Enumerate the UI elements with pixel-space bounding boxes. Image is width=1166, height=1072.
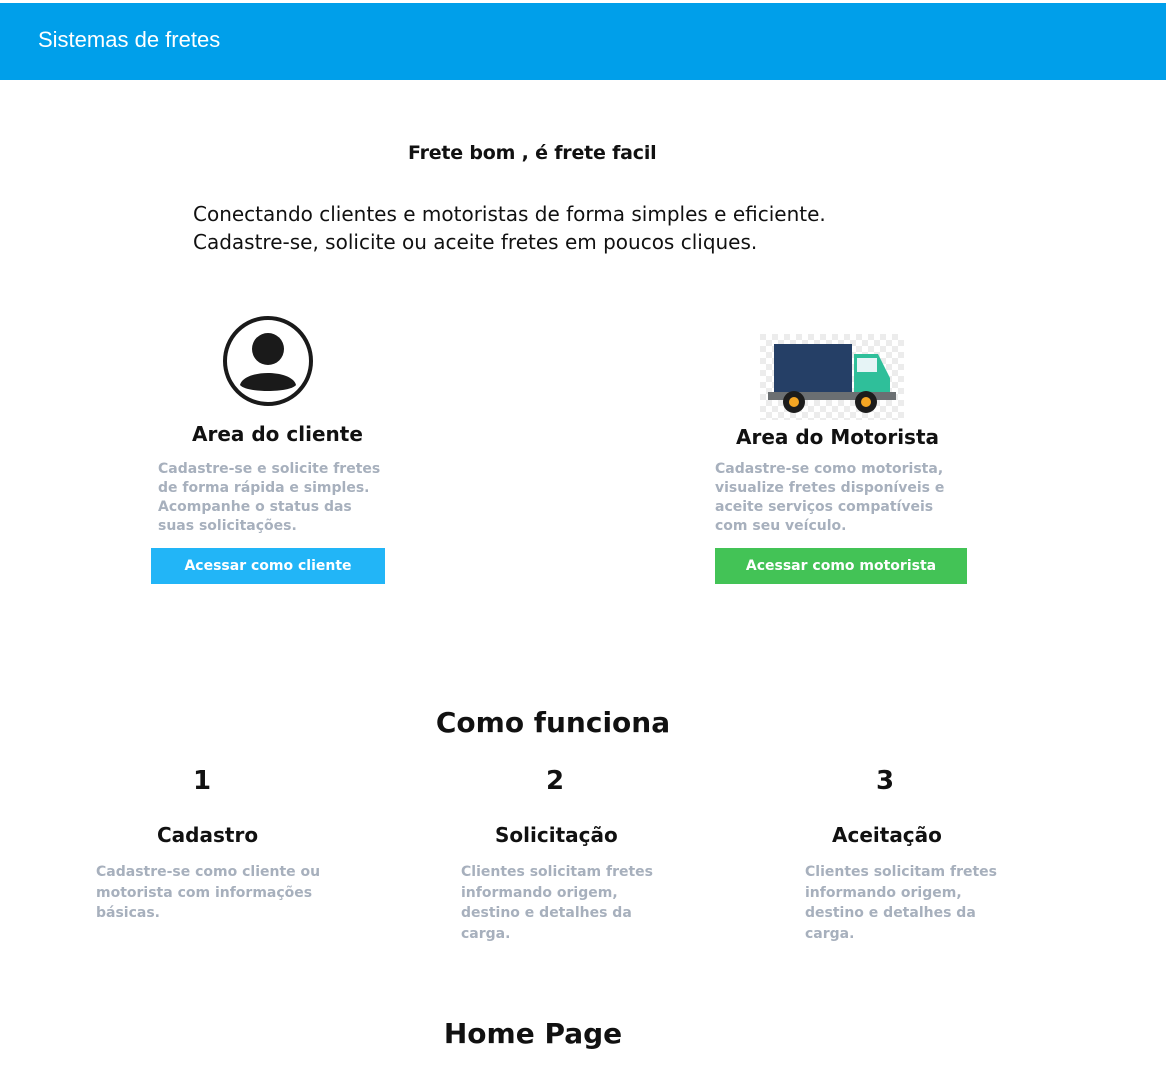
user-avatar-icon bbox=[223, 316, 313, 406]
intro-line-1: Conectando clientes e motoristas de form… bbox=[193, 202, 826, 226]
step-1-description: Cadastre-se como cliente ou motorista co… bbox=[96, 864, 321, 921]
client-card-description: Cadastre-se e solicite fretes de forma r… bbox=[158, 461, 381, 534]
access-client-button[interactable]: Acessar como cliente bbox=[151, 548, 385, 584]
hero-tagline: Frete bom , é frete facil bbox=[408, 142, 657, 164]
step-2-number: 2 bbox=[546, 766, 565, 796]
truck-icon bbox=[760, 334, 904, 420]
step-1-number: 1 bbox=[193, 766, 212, 796]
brand-title[interactable]: Sistemas de fretes bbox=[38, 27, 220, 53]
hero-intro: Conectando clientes e motoristas de form… bbox=[193, 200, 826, 256]
driver-card-title: Area do Motorista bbox=[736, 425, 940, 449]
driver-card-description: Cadastre-se como motorista, visualize fr… bbox=[715, 461, 945, 534]
step-1-title: Cadastro bbox=[157, 823, 259, 847]
step-3-description: Clientes solicitam fretes informando ori… bbox=[805, 864, 997, 942]
access-driver-button[interactable]: Acessar como motorista bbox=[715, 548, 967, 584]
top-navbar: Sistemas de fretes bbox=[0, 3, 1166, 80]
how-it-works-title: Como funciona bbox=[435, 706, 671, 739]
client-card-title: Area do cliente bbox=[192, 422, 363, 446]
step-2-title: Solicitação bbox=[495, 823, 618, 847]
intro-line-2: Cadastre-se, solicite ou aceite fretes e… bbox=[193, 230, 758, 254]
home-page-title: Home Page bbox=[443, 1017, 623, 1050]
step-3-title: Aceitação bbox=[832, 823, 942, 847]
step-2-description: Clientes solicitam fretes informando ori… bbox=[461, 864, 653, 942]
step-3-number: 3 bbox=[876, 766, 895, 796]
